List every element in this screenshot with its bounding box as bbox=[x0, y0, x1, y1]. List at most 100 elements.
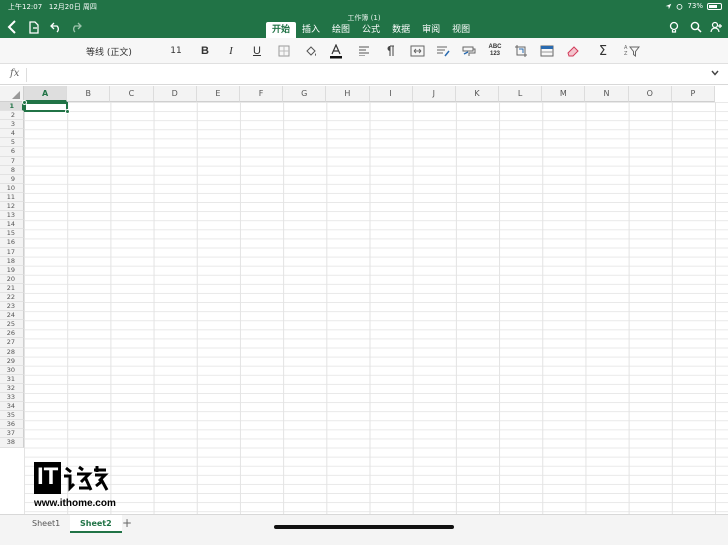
insert-table-button[interactable] bbox=[538, 41, 556, 61]
ribbon-tab-0[interactable]: 开始 bbox=[266, 22, 297, 38]
ribbon-tab-2[interactable]: 绘图 bbox=[326, 22, 356, 38]
row-header-33[interactable]: 33 bbox=[0, 393, 24, 403]
wrap-text-button[interactable] bbox=[382, 41, 398, 61]
column-header-b[interactable]: B bbox=[67, 86, 111, 102]
merge-cells-button[interactable] bbox=[408, 41, 426, 61]
undo-icon bbox=[50, 22, 59, 33]
row-header-5[interactable]: 5 bbox=[0, 138, 24, 148]
borders-button[interactable] bbox=[276, 41, 292, 61]
redo-button[interactable] bbox=[68, 19, 84, 35]
file-button[interactable] bbox=[26, 19, 42, 35]
column-header-l[interactable]: L bbox=[499, 86, 543, 102]
paragraph-icon bbox=[387, 45, 394, 56]
column-header-k[interactable]: K bbox=[455, 86, 500, 102]
selection-handle-bottom-right[interactable] bbox=[65, 109, 70, 114]
format-painter-button[interactable] bbox=[460, 41, 478, 61]
column-header-o[interactable]: O bbox=[628, 86, 672, 102]
row-header-10[interactable]: 10 bbox=[0, 183, 24, 193]
ribbon-tab-1[interactable]: 插入 bbox=[296, 22, 326, 38]
align-button[interactable] bbox=[356, 41, 372, 61]
fill-color-button[interactable] bbox=[302, 41, 318, 61]
clear-button[interactable] bbox=[564, 41, 582, 61]
row-header-37[interactable]: 37 bbox=[0, 429, 24, 439]
ribbon-tab-6[interactable]: 视图 bbox=[446, 22, 476, 38]
row-header-15[interactable]: 15 bbox=[0, 229, 24, 239]
home-indicator[interactable] bbox=[274, 525, 454, 529]
column-header-h[interactable]: H bbox=[326, 86, 370, 102]
row-header-38[interactable]: 38 bbox=[0, 438, 24, 448]
undo-button[interactable] bbox=[48, 19, 64, 35]
autosum-button[interactable]: Σ bbox=[596, 41, 610, 61]
row-header-34[interactable]: 34 bbox=[0, 402, 24, 412]
number-format-button[interactable] bbox=[434, 41, 452, 61]
column-header-m[interactable]: M bbox=[542, 86, 586, 102]
row-header-6[interactable]: 6 bbox=[0, 147, 24, 157]
row-header-32[interactable]: 32 bbox=[0, 383, 24, 393]
row-header-18[interactable]: 18 bbox=[0, 256, 24, 266]
row-header-25[interactable]: 25 bbox=[0, 320, 24, 330]
add-sheet-button[interactable]: + bbox=[122, 516, 132, 530]
ribbon-tab-5[interactable]: 审阅 bbox=[416, 22, 446, 38]
row-header-30[interactable]: 30 bbox=[0, 365, 24, 375]
chevron-down-icon[interactable] bbox=[710, 68, 720, 78]
column-header-a[interactable]: A bbox=[24, 86, 68, 102]
column-header-j[interactable]: J bbox=[412, 86, 456, 102]
underline-button[interactable]: U bbox=[250, 41, 264, 61]
row-header-27[interactable]: 27 bbox=[0, 338, 24, 348]
column-header-f[interactable]: F bbox=[239, 86, 284, 102]
row-header-24[interactable]: 24 bbox=[0, 311, 24, 321]
column-header-i[interactable]: I bbox=[369, 86, 413, 102]
spelling-button[interactable]: ABC 123 bbox=[486, 41, 504, 61]
row-header-9[interactable]: 9 bbox=[0, 174, 24, 184]
row-header-14[interactable]: 14 bbox=[0, 220, 24, 230]
formula-input[interactable] bbox=[32, 68, 702, 82]
row-header-19[interactable]: 19 bbox=[0, 265, 24, 275]
row-header-13[interactable]: 13 bbox=[0, 211, 24, 221]
active-cell[interactable] bbox=[22, 100, 70, 114]
back-button[interactable] bbox=[4, 19, 20, 35]
row-header-1[interactable]: 1 bbox=[0, 102, 24, 112]
row-header-2[interactable]: 2 bbox=[0, 111, 24, 121]
row-header-22[interactable]: 22 bbox=[0, 292, 24, 303]
row-header-12[interactable]: 12 bbox=[0, 202, 24, 212]
row-header-26[interactable]: 26 bbox=[0, 329, 24, 339]
row-header-36[interactable]: 36 bbox=[0, 420, 24, 430]
ribbon-tab-4[interactable]: 数据 bbox=[386, 22, 416, 38]
column-header-e[interactable]: E bbox=[196, 86, 240, 102]
selection-handle-top-left[interactable] bbox=[22, 100, 27, 105]
search-button[interactable] bbox=[688, 19, 704, 35]
row-header-31[interactable]: 31 bbox=[0, 374, 24, 384]
row-header-16[interactable]: 16 bbox=[0, 238, 24, 248]
row-header-3[interactable]: 3 bbox=[0, 120, 24, 130]
italic-button[interactable]: I bbox=[224, 41, 238, 61]
tell-me-button[interactable] bbox=[666, 19, 682, 35]
sheet-tab-1[interactable]: Sheet1 bbox=[22, 515, 70, 533]
row-header-29[interactable]: 29 bbox=[0, 356, 24, 366]
crop-button[interactable] bbox=[512, 41, 530, 61]
sheet-tab-2[interactable]: Sheet2 bbox=[70, 515, 122, 533]
sort-filter-button[interactable]: A Z bbox=[622, 41, 642, 61]
row-header-11[interactable]: 11 bbox=[0, 192, 24, 203]
column-header-g[interactable]: G bbox=[283, 86, 327, 102]
column-header-p[interactable]: P bbox=[671, 86, 715, 102]
row-header-7[interactable]: 7 bbox=[0, 156, 24, 166]
row-header-23[interactable]: 23 bbox=[0, 302, 24, 312]
ribbon-tab-3[interactable]: 公式 bbox=[356, 22, 386, 38]
font-color-button[interactable] bbox=[328, 41, 344, 61]
row-header-8[interactable]: 8 bbox=[0, 165, 24, 175]
row-header-21[interactable]: 21 bbox=[0, 283, 24, 293]
column-header-c[interactable]: C bbox=[110, 86, 154, 102]
row-header-4[interactable]: 4 bbox=[0, 129, 24, 139]
column-header-n[interactable]: N bbox=[585, 86, 629, 102]
row-header-17[interactable]: 17 bbox=[0, 247, 24, 257]
font-name-select[interactable]: 等线 (正文) bbox=[86, 41, 156, 61]
row-header-35[interactable]: 35 bbox=[0, 411, 24, 421]
cell-area[interactable] bbox=[24, 102, 728, 514]
bold-button[interactable]: B bbox=[198, 41, 212, 61]
select-all-corner[interactable] bbox=[0, 86, 24, 102]
row-header-20[interactable]: 20 bbox=[0, 274, 24, 284]
font-size-select[interactable]: 11 bbox=[166, 41, 186, 61]
column-header-d[interactable]: D bbox=[153, 86, 197, 102]
row-header-28[interactable]: 28 bbox=[0, 347, 24, 357]
share-button[interactable] bbox=[708, 19, 724, 35]
